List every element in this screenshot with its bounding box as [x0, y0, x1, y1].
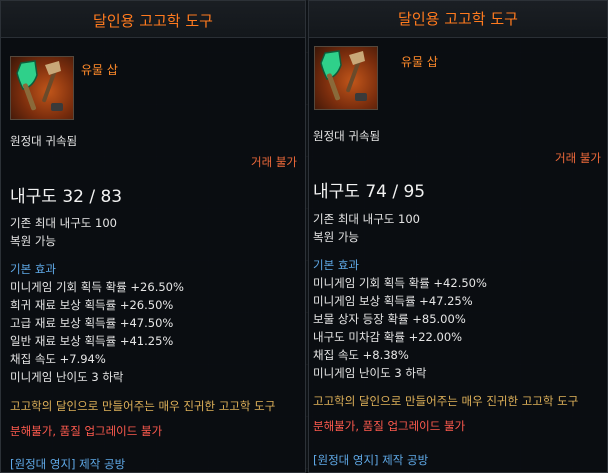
effect-line: 내구도 미차감 확률 +22.00%	[313, 330, 463, 344]
shovel-brush-icon	[16, 60, 63, 111]
restorable-status: 복원 가능	[10, 234, 56, 248]
effect-line: 미니게임 난이도 3 하락	[10, 370, 124, 384]
item-icon-frame	[10, 56, 74, 120]
effect-line: 고급 재료 보상 획득률 +47.50%	[10, 316, 174, 330]
base-max-durability: 기존 최대 내구도 100	[313, 212, 420, 226]
item-description: 고고학의 달인으로 만들어주는 매우 진귀한 고고학 도구	[313, 394, 579, 408]
effect-line: 일반 재료 보상 획득률 +41.25%	[10, 334, 174, 348]
trade-status: 거래 불가	[251, 155, 297, 169]
effect-line: 미니게임 보상 획득률 +47.25%	[313, 294, 473, 308]
item-restrictions: 분해불가, 품질 업그레이드 불가	[313, 419, 466, 433]
item-grade: 유물 삽	[401, 55, 438, 69]
tooltip-header: 달인용 고고학 도구	[309, 1, 607, 38]
item-name: 달인용 고고학 도구	[93, 12, 213, 30]
item-source: [원정대 영지] 제작 공방	[313, 453, 429, 467]
item-source: [원정대 영지] 제작 공방	[10, 457, 126, 471]
item-icon-frame	[314, 46, 378, 110]
effect-line: 채집 속도 +7.94%	[10, 352, 106, 366]
tooltip-header: 달인용 고고학 도구	[1, 1, 305, 38]
durability-value: 내구도 32 / 83	[10, 187, 123, 207]
effect-line: 희귀 재료 보상 획득률 +26.50%	[10, 298, 174, 312]
item-description: 고고학의 달인으로 만들어주는 매우 진귀한 고고학 도구	[10, 399, 276, 413]
base-max-durability: 기존 최대 내구도 100	[10, 216, 117, 230]
item-restrictions: 분해불가, 품질 업그레이드 불가	[10, 424, 163, 438]
item-tooltip-left: 달인용 고고학 도구 유물 삽 원정대 귀속됨 거래 불가 내구도 32 / 8…	[0, 0, 306, 473]
item-name: 달인용 고고학 도구	[398, 10, 518, 28]
item-tooltip-right: 달인용 고고학 도구 유물 삽 원정대 귀속됨 거래 불가 내구도 74 / 9…	[308, 0, 608, 473]
item-grade: 유물 삽	[81, 63, 118, 77]
effects-title: 기본 효과	[10, 262, 56, 276]
shovel-brush-icon	[320, 50, 367, 101]
effect-line: 보물 상자 등장 확률 +85.00%	[313, 312, 466, 326]
restorable-status: 복원 가능	[313, 230, 359, 244]
effects-title: 기본 효과	[313, 258, 359, 272]
effect-line: 미니게임 기회 획득 확률 +26.50%	[10, 280, 184, 294]
effect-line: 채집 속도 +8.38%	[313, 348, 409, 362]
trade-status: 거래 불가	[555, 151, 601, 165]
durability-value: 내구도 74 / 95	[313, 182, 426, 202]
effect-line: 미니게임 난이도 3 하락	[313, 366, 427, 380]
effect-line: 미니게임 기회 획득 확률 +42.50%	[313, 276, 487, 290]
bound-status: 원정대 귀속됨	[10, 134, 78, 148]
bound-status: 원정대 귀속됨	[313, 129, 381, 143]
